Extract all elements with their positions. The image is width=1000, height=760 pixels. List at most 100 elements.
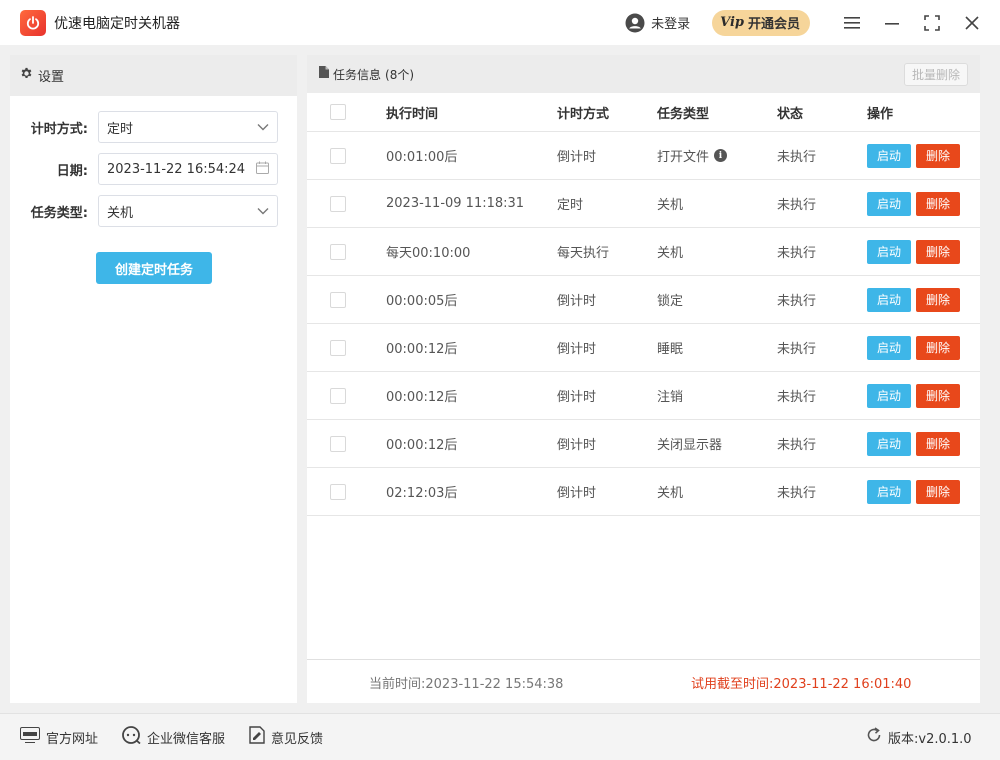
menu-icon[interactable] <box>832 0 872 45</box>
website-link[interactable]: 官方网址 <box>20 714 98 760</box>
maximize-icon[interactable] <box>912 0 952 45</box>
vip-badge: Vip <box>720 15 744 30</box>
column-header: 任务类型 <box>657 106 710 122</box>
minimize-icon[interactable] <box>872 0 912 45</box>
start-button[interactable]: 启动 <box>867 191 911 216</box>
create-task-button[interactable]: 创建定时任务 <box>96 252 212 284</box>
delete-button[interactable]: 删除 <box>916 143 960 168</box>
column-header: 操作 <box>867 106 894 122</box>
delete-button[interactable]: 删除 <box>916 383 960 408</box>
delete-button[interactable]: 删除 <box>916 191 960 216</box>
row-state: 未执行 <box>777 438 817 453</box>
row-checkbox[interactable] <box>330 387 346 404</box>
table-row: 00:00:05后 倒计时 锁定 未执行 启动 删除 <box>307 276 980 324</box>
document-icon <box>319 66 329 82</box>
table-row: 02:12:03后 倒计时 关机 未执行 启动 删除 <box>307 468 980 516</box>
row-state: 未执行 <box>777 294 817 309</box>
row-checkbox[interactable] <box>330 243 346 260</box>
title-bar: 优速电脑定时关机器 未登录 Vip 开通会员 <box>0 0 1000 45</box>
start-button[interactable]: 启动 <box>867 335 911 360</box>
mode-select[interactable]: 定时 <box>98 111 278 143</box>
row-type: 关机 <box>657 198 684 213</box>
delete-button[interactable]: 删除 <box>916 479 960 504</box>
app-title: 优速电脑定时关机器 <box>54 15 180 32</box>
info-icon[interactable]: i <box>714 149 728 162</box>
start-button[interactable]: 启动 <box>867 431 911 456</box>
website-label: 官方网址 <box>46 731 99 747</box>
mode-label: 计时方式: <box>30 121 88 137</box>
settings-panel: 设置 计时方式: 定时 日期: 2023-11-22 16:54:24 任务类型… <box>10 55 297 703</box>
feedback-icon <box>249 726 271 748</box>
row-time: 00:00:12后 <box>386 342 458 357</box>
type-select[interactable]: 关机 <box>98 195 278 227</box>
row-checkbox[interactable] <box>330 483 346 500</box>
select-all-checkbox[interactable] <box>330 104 346 120</box>
batch-delete-button[interactable]: 批量删除 <box>904 63 968 86</box>
column-header: 计时方式 <box>557 106 610 122</box>
row-state: 未执行 <box>777 486 817 501</box>
row-mode: 倒计时 <box>557 486 597 501</box>
row-type: 注销 <box>657 390 684 405</box>
row-type: 打开文件 <box>657 150 710 165</box>
version-info[interactable]: 版本:v2.0.1.0 <box>866 714 972 760</box>
row-mode: 定时 <box>557 198 584 213</box>
row-checkbox[interactable] <box>330 339 346 356</box>
row-mode: 倒计时 <box>557 390 597 405</box>
feedback-link[interactable]: 意见反馈 <box>249 714 323 760</box>
task-header: 任务信息 (8个) 批量删除 <box>307 55 980 93</box>
status-footer: 当前时间:2023-11-22 15:54:38 试用截至时间:2023-11-… <box>307 659 980 703</box>
table-row: 每天00:10:00 每天执行 关机 未执行 启动 删除 <box>307 228 980 276</box>
type-row: 任务类型: 关机 <box>10 195 297 227</box>
chevron-down-icon <box>257 204 269 219</box>
start-button[interactable]: 启动 <box>867 143 911 168</box>
feedback-label: 意见反馈 <box>271 731 324 747</box>
current-time: 当前时间:2023-11-22 15:54:38 <box>369 676 564 692</box>
row-type: 关机 <box>657 246 684 261</box>
login-label: 未登录 <box>651 17 691 32</box>
start-button[interactable]: 启动 <box>867 479 911 504</box>
close-icon[interactable] <box>952 0 992 45</box>
row-time: 00:00:12后 <box>386 390 458 405</box>
row-mode: 倒计时 <box>557 294 597 309</box>
delete-button[interactable]: 删除 <box>916 287 960 312</box>
website-icon <box>20 727 46 747</box>
row-checkbox[interactable] <box>330 291 346 308</box>
delete-button[interactable]: 删除 <box>916 431 960 456</box>
row-time: 02:12:03后 <box>386 486 458 501</box>
login-button[interactable]: 未登录 <box>625 13 690 33</box>
type-value: 关机 <box>107 205 134 221</box>
row-checkbox[interactable] <box>330 195 346 212</box>
table-row: 00:01:00后 倒计时 打开文件 i 未执行 启动 删除 <box>307 132 980 180</box>
date-picker[interactable]: 2023-11-22 16:54:24 <box>98 153 278 185</box>
wechat-support-link[interactable]: 企业微信客服 <box>122 714 225 760</box>
user-icon <box>625 13 645 33</box>
table-header: 执行时间 计时方式 任务类型 状态 操作 <box>307 93 980 132</box>
wechat-label: 企业微信客服 <box>147 731 226 747</box>
row-time: 00:01:00后 <box>386 150 458 165</box>
task-count: (8个) <box>385 67 415 82</box>
row-mode: 倒计时 <box>557 150 597 165</box>
row-mode: 倒计时 <box>557 438 597 453</box>
delete-button[interactable]: 删除 <box>916 239 960 264</box>
row-checkbox[interactable] <box>330 435 346 452</box>
trial-expiry: 试用截至时间:2023-11-22 16:01:40 <box>691 676 912 692</box>
date-label: 日期: <box>56 163 88 179</box>
row-checkbox[interactable] <box>330 147 346 164</box>
power-icon <box>20 9 46 36</box>
table-row: 00:00:12后 倒计时 关闭显示器 未执行 启动 删除 <box>307 420 980 468</box>
chat-icon <box>122 726 147 748</box>
delete-button[interactable]: 删除 <box>916 335 960 360</box>
table-row: 00:00:12后 倒计时 睡眠 未执行 启动 删除 <box>307 324 980 372</box>
start-button[interactable]: 启动 <box>867 287 911 312</box>
settings-title: 设置 <box>38 70 65 85</box>
refresh-icon <box>866 727 888 747</box>
row-state: 未执行 <box>777 198 817 213</box>
vip-button[interactable]: Vip 开通会员 <box>712 9 810 36</box>
row-type: 关机 <box>657 486 684 501</box>
start-button[interactable]: 启动 <box>867 383 911 408</box>
gear-icon <box>20 67 38 84</box>
start-button[interactable]: 启动 <box>867 239 911 264</box>
task-panel: 任务信息 (8个) 批量删除 执行时间 计时方式 任务类型 状态 操作 00:0… <box>307 55 980 703</box>
calendar-icon <box>256 161 269 178</box>
version-label: 版本:v2.0.1.0 <box>888 731 972 747</box>
